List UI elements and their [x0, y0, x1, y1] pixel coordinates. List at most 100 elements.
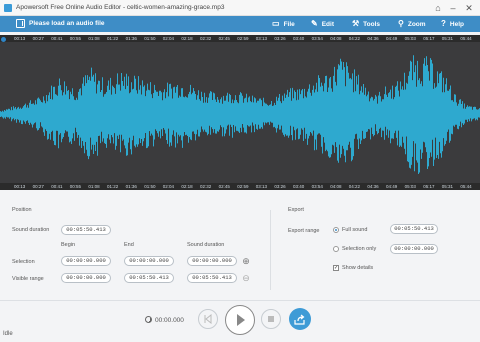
- play-button[interactable]: [225, 305, 255, 335]
- timeline-tick-label: 02:18: [181, 183, 193, 189]
- pencil-icon: ✎: [311, 19, 318, 28]
- timeline-ruler-bottom[interactable]: 00:13 00:27 00:41 00:55 01:08 01:22 01:36 01:50…: [0, 183, 480, 190]
- close-button[interactable]: ✕: [463, 2, 475, 14]
- full-sound-duration-field: 00:05:50.413: [390, 224, 438, 234]
- timeline-tick-label: 04:36: [367, 183, 379, 189]
- minimize-button[interactable]: –: [447, 2, 459, 14]
- menu-bar: Please load an audio file ▭ File ✎ Edit …: [0, 16, 480, 32]
- stop-button[interactable]: [261, 309, 281, 329]
- menu-edit-label: Edit: [321, 20, 334, 28]
- timeline-tick-label: 03:26: [274, 183, 286, 189]
- show-details-label[interactable]: Show details: [342, 265, 373, 271]
- timeline-tick-label: 03:13: [255, 183, 268, 189]
- title-bar: Apowersoft Free Online Audio Editor - ce…: [0, 0, 480, 16]
- waveform-area[interactable]: [0, 42, 480, 183]
- timeline-tick-label: 04:49: [386, 35, 398, 41]
- menu-file[interactable]: ▭ File: [272, 18, 295, 30]
- timeline-tick-label: 00:27: [32, 183, 44, 189]
- timeline-tick-label: 04:36: [367, 35, 379, 41]
- timeline-tick-label: 03:26: [274, 35, 286, 41]
- timeline-tick-label: 05:44: [460, 35, 472, 41]
- zoom-in-icon[interactable]: ⊕: [241, 256, 251, 266]
- timeline-tick-label: 02:59: [237, 35, 249, 41]
- timeline-tick-label: 00:41: [51, 35, 63, 41]
- timeline-tick-label: 04:08: [330, 183, 342, 189]
- basket-icon[interactable]: ⌂: [432, 2, 444, 14]
- clock-icon: [145, 316, 152, 323]
- waveform: [0, 55, 480, 174]
- selection-start-handle[interactable]: [1, 37, 6, 42]
- selection-label: Selection: [12, 259, 35, 265]
- menu-tools-label: Tools: [363, 20, 381, 28]
- menu-edit[interactable]: ✎ Edit: [311, 18, 334, 30]
- stop-icon: [268, 316, 274, 322]
- menu-file-label: File: [283, 20, 295, 28]
- app-logo-icon: [4, 4, 12, 12]
- timeline-tick-label: 01:22: [107, 183, 119, 189]
- timeline-tick-label: 03:40: [293, 183, 305, 189]
- menu-zoom[interactable]: ⚲ Zoom: [398, 18, 426, 30]
- skip-start-icon: [204, 314, 212, 324]
- timeline-tick-label: 02:32: [200, 183, 212, 189]
- timeline-tick-label: 00:27: [32, 35, 44, 41]
- panel-divider: [270, 210, 271, 290]
- show-details-checkbox[interactable]: ✓: [333, 265, 339, 271]
- timeline-tick-label: 04:08: [330, 35, 342, 41]
- timeline-tick-label: 05:17: [423, 183, 435, 189]
- timeline-tick-label: 02:45: [218, 35, 230, 41]
- timeline-tick-label: 03:40: [293, 35, 305, 41]
- full-sound-radio[interactable]: [333, 227, 339, 233]
- load-file-icon[interactable]: [16, 19, 25, 28]
- timeline-tick-label: 05:17: [423, 35, 435, 41]
- menu-zoom-label: Zoom: [407, 20, 426, 28]
- timeline-tick-label: 00:55: [69, 183, 82, 189]
- timeline-tick-label: 02:32: [200, 35, 212, 41]
- export-share-button[interactable]: [289, 308, 311, 330]
- position-section-label: Position: [12, 207, 32, 213]
- export-section-label: Export: [288, 207, 304, 213]
- visible-end-field[interactable]: 00:05:50.413: [124, 273, 174, 283]
- load-file-label[interactable]: Please load an audio file: [29, 20, 105, 27]
- selection-only-duration-field: 00:00:00.000: [390, 244, 438, 254]
- timeline-tick-label: 03:54: [311, 35, 323, 41]
- timeline-tick-label: 01:50: [144, 183, 156, 189]
- menu-help-label: Help: [449, 20, 464, 28]
- selection-end-field[interactable]: 00:00:00.000: [124, 256, 174, 266]
- share-icon: [294, 314, 305, 325]
- timeline-tick-label: 02:04: [162, 183, 175, 189]
- timeline-tick-label: 01:08: [88, 35, 100, 41]
- timeline-tick-label: 00:13: [14, 183, 26, 189]
- sound-duration-column-header: Sound duration: [187, 242, 225, 248]
- timeline-tick-label: 04:22: [348, 35, 361, 41]
- timeline-tick-label: 05:03: [404, 35, 416, 41]
- visible-duration-field[interactable]: 00:05:50.413: [187, 273, 237, 283]
- menu-tools[interactable]: ⚒ Tools: [352, 18, 380, 30]
- timeline-tick-label: 01:08: [88, 183, 100, 189]
- zoom-out-icon[interactable]: ⊖: [241, 273, 251, 283]
- timeline-tick-label: 05:31: [441, 183, 454, 189]
- sound-duration-field: 00:05:50.413: [61, 225, 111, 235]
- timeline-ruler-top[interactable]: 00:13 00:27 00:41 00:55 01:08 01:22 01:36 01:50…: [0, 35, 480, 42]
- selection-only-radio[interactable]: [333, 246, 339, 252]
- selection-duration-field[interactable]: 00:00:00.000: [187, 256, 237, 266]
- timeline-tick-label: 01:50: [144, 35, 156, 41]
- timeline-tick-label: 00:13: [14, 35, 26, 41]
- timeline-tick-label: 00:55: [69, 35, 82, 41]
- sound-duration-label: Sound duration: [12, 227, 50, 233]
- timeline-tick-label: 01:22: [107, 35, 119, 41]
- full-sound-label[interactable]: Full sound: [342, 227, 367, 233]
- playback-time: 00:00.000: [155, 317, 184, 324]
- selection-only-label[interactable]: Selection only: [342, 246, 376, 252]
- status-text: Idle: [3, 331, 13, 337]
- skip-to-start-button[interactable]: [198, 309, 218, 329]
- timeline-tick-label: 05:44: [460, 183, 472, 189]
- menu-help[interactable]: ? Help: [441, 18, 464, 30]
- visible-begin-field[interactable]: 00:00:00.000: [61, 273, 111, 283]
- play-icon: [237, 314, 245, 326]
- selection-begin-field[interactable]: 00:00:00.000: [61, 256, 111, 266]
- magnifier-icon: ⚲: [398, 19, 404, 28]
- folder-icon: ▭: [272, 19, 280, 28]
- timeline-tick-label: 02:45: [218, 183, 230, 189]
- timeline-tick-label: 02:18: [181, 35, 193, 41]
- begin-column-header: Begin: [61, 242, 76, 248]
